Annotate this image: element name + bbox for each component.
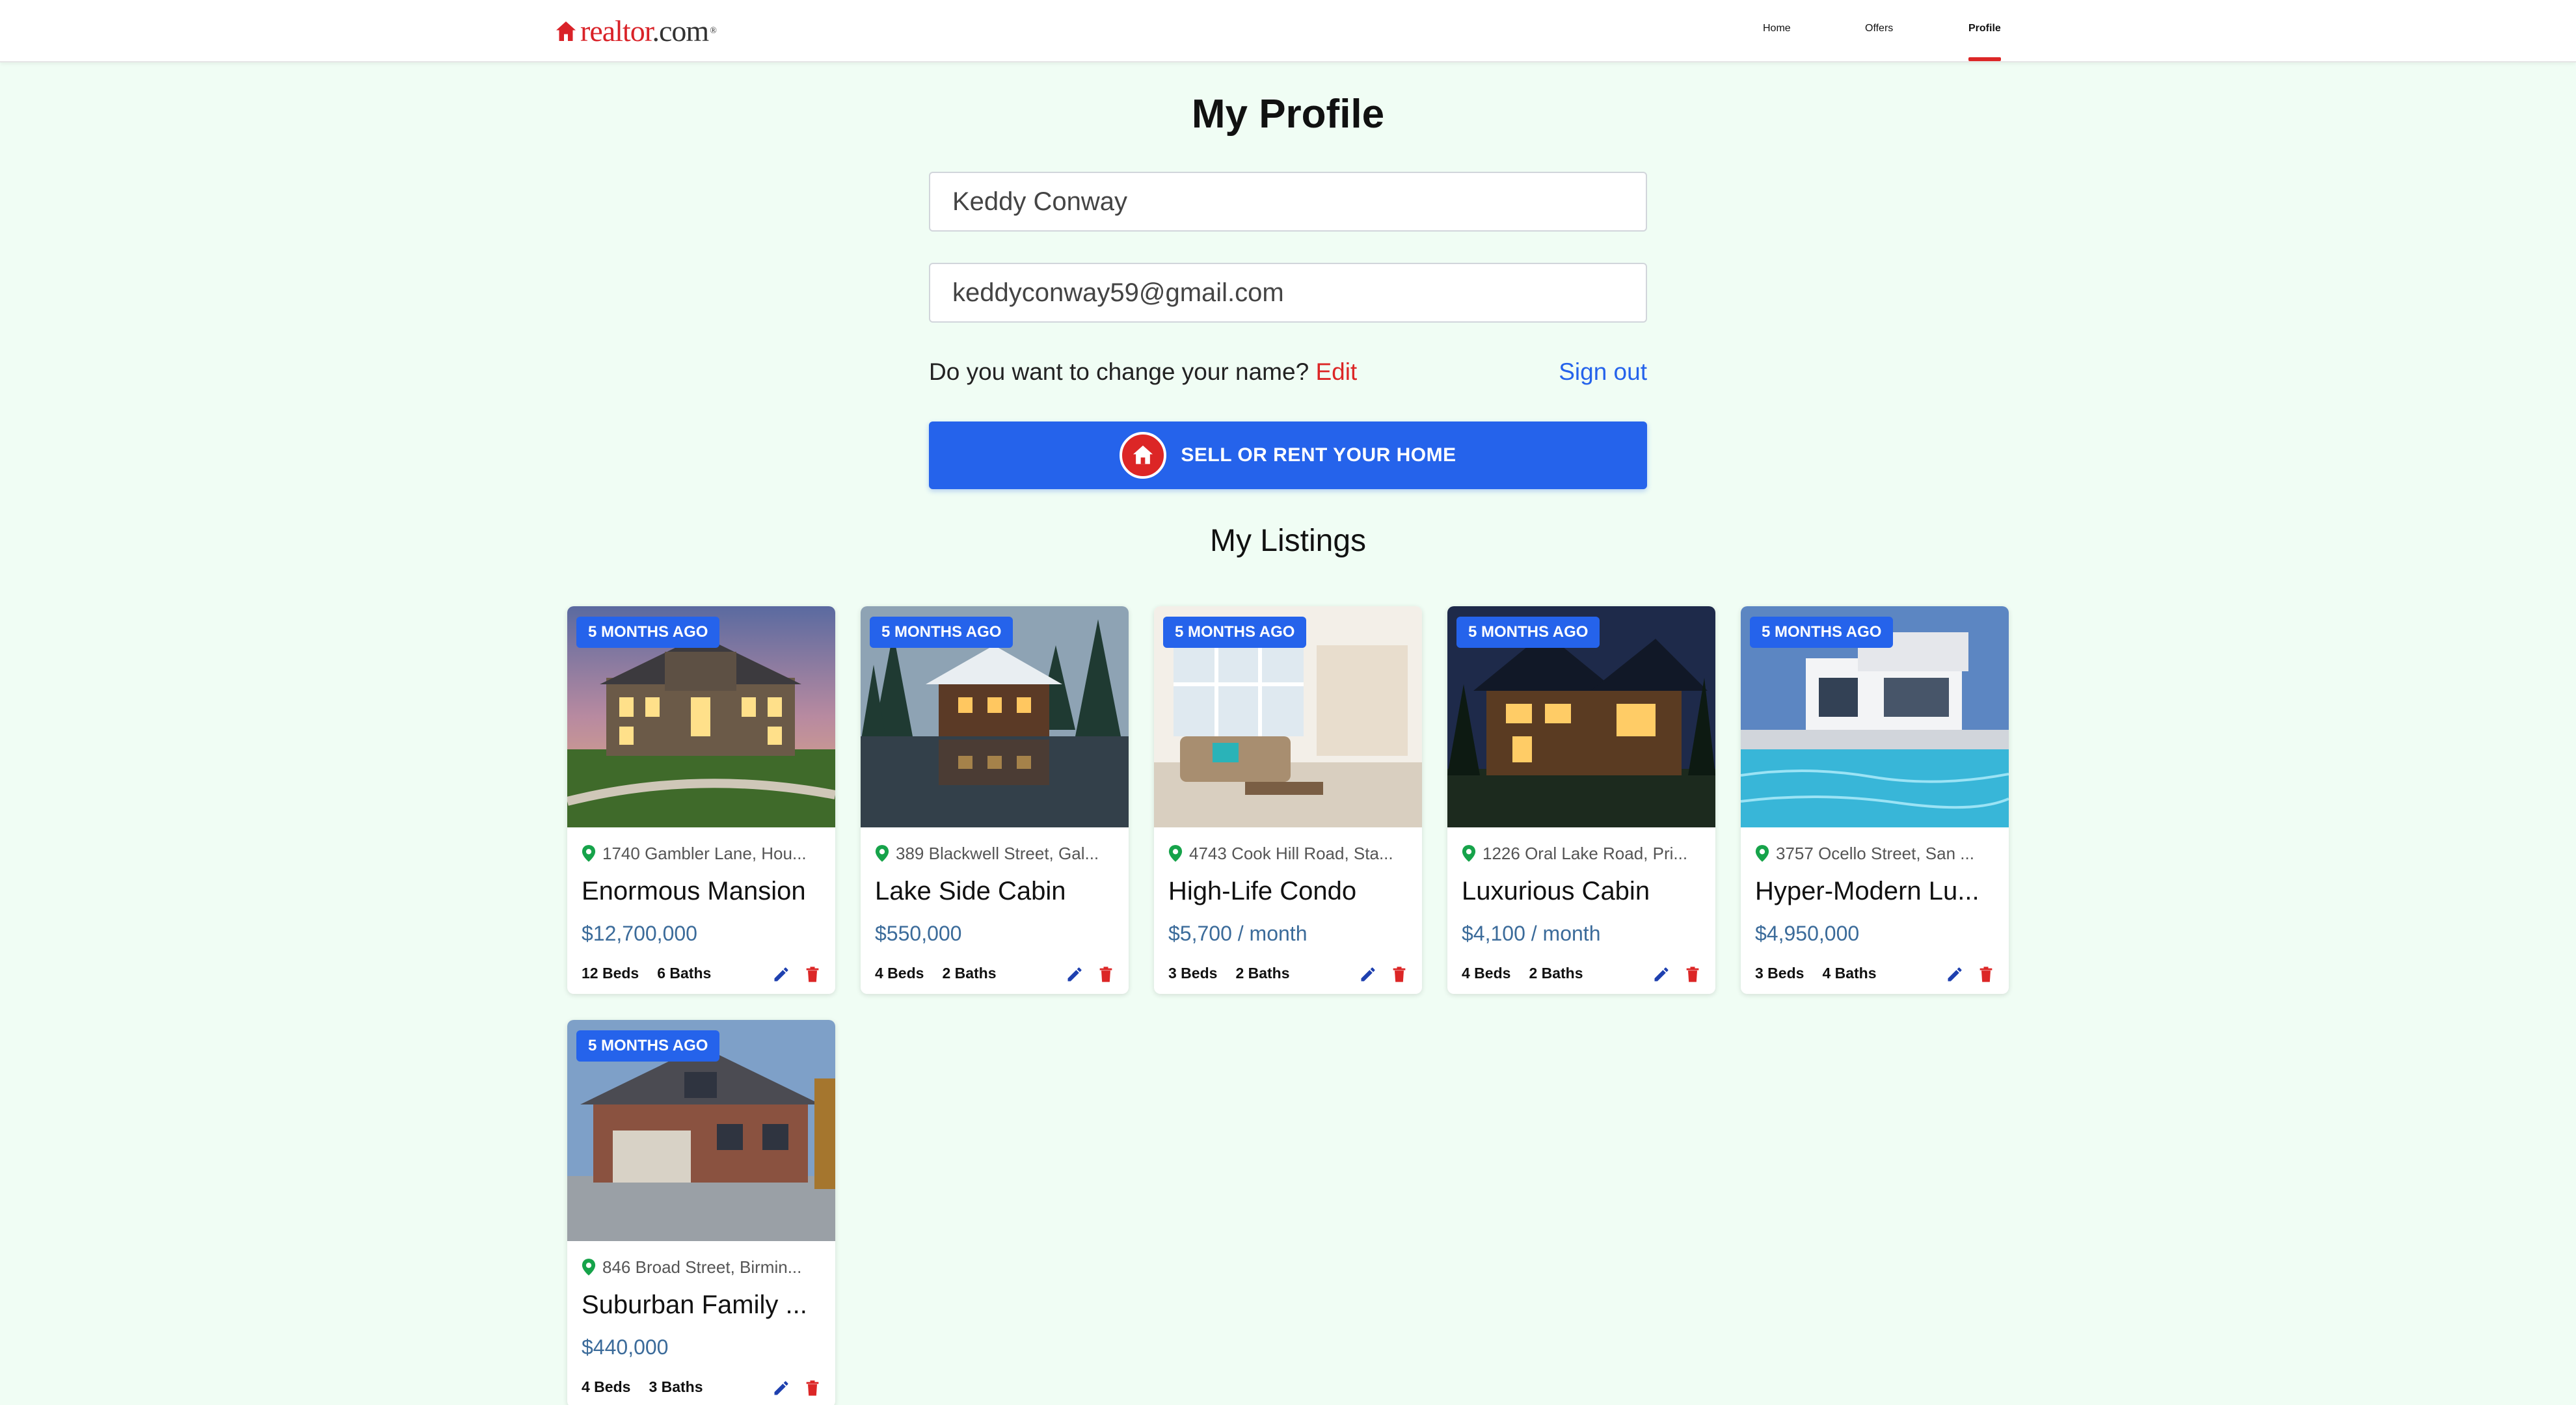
listing-age-badge: 5 MONTHS AGO — [576, 1030, 720, 1062]
listing-title[interactable]: Luxurious Cabin — [1462, 873, 1706, 909]
listing-card[interactable]: 5 MONTHS AGO 4743 Cook Hill Road, Sta...… — [1154, 606, 1422, 994]
logo-word-com: .com — [652, 14, 710, 47]
change-name-question: Do you want to change your name? — [929, 358, 1309, 385]
listing-address-text: 1226 Oral Lake Road, Pri... — [1483, 844, 1688, 863]
listing-title[interactable]: High-Life Condo — [1168, 873, 1413, 909]
listing-address: 3757 Ocello Street, San ... — [1755, 842, 1996, 865]
listing-price: $4,100 / month — [1462, 922, 1601, 945]
listing-address: 389 Blackwell Street, Gal... — [875, 842, 1116, 865]
listing-title[interactable]: Lake Side Cabin — [875, 873, 1120, 909]
sell-or-rent-button[interactable]: SELL OR RENT YOUR HOME — [929, 421, 1647, 489]
listing-baths: 2 Baths — [1235, 965, 1290, 982]
trash-icon[interactable] — [803, 1378, 822, 1398]
listing-price: $4,950,000 — [1755, 922, 1860, 945]
listing-beds: 4 Beds — [1462, 965, 1511, 982]
listing-address: 846 Broad Street, Birmin... — [582, 1255, 822, 1279]
pencil-icon[interactable] — [771, 1378, 791, 1398]
listing-price: $550,000 — [875, 922, 962, 945]
listing-actions — [1945, 961, 1996, 987]
logo-word-realtor: realtor — [580, 14, 652, 47]
trash-icon[interactable] — [1683, 965, 1702, 984]
location-pin-icon — [1462, 845, 1476, 862]
house-icon — [1120, 432, 1167, 479]
listing-beds: 3 Beds — [1168, 965, 1218, 982]
listing-beds: 3 Beds — [1755, 965, 1805, 982]
listing-title[interactable]: Suburban Family ... — [582, 1287, 826, 1323]
listing-age-badge: 5 MONTHS AGO — [870, 617, 1013, 648]
listing-baths: 2 Baths — [942, 965, 997, 982]
listing-address: 1226 Oral Lake Road, Pri... — [1462, 842, 1702, 865]
location-pin-icon — [582, 845, 596, 862]
trash-icon[interactable] — [803, 965, 822, 984]
top-navbar: realtor.com ® Home Offers Profile — [0, 0, 2576, 62]
listing-specs: 3 Beds 2 Baths — [1168, 961, 1290, 985]
listing-baths: 2 Baths — [1529, 965, 1583, 982]
listing-beds: 4 Beds — [875, 965, 924, 982]
change-name-row: Do you want to change your name? Edit Si… — [929, 355, 1647, 389]
trash-icon[interactable] — [1096, 965, 1116, 984]
listing-price: $5,700 / month — [1168, 922, 1308, 945]
email-field[interactable] — [929, 263, 1647, 323]
pencil-icon[interactable] — [771, 965, 791, 984]
sign-out-link[interactable]: Sign out — [1559, 355, 1647, 389]
listing-title[interactable]: Enormous Mansion — [582, 873, 826, 909]
listing-beds: 12 Beds — [582, 965, 639, 982]
listing-price: $12,700,000 — [582, 922, 697, 945]
listing-specs: 3 Beds 4 Baths — [1755, 961, 1877, 985]
listing-age-badge: 5 MONTHS AGO — [1456, 617, 1600, 648]
listing-actions — [1652, 961, 1702, 987]
listing-address: 4743 Cook Hill Road, Sta... — [1168, 842, 1409, 865]
listing-beds: 4 Beds — [582, 1378, 631, 1395]
listings-title: My Listings — [1209, 524, 1367, 558]
sell-button-label: SELL OR RENT YOUR HOME — [1181, 444, 1456, 466]
trash-icon[interactable] — [1389, 965, 1409, 984]
listing-card[interactable]: 5 MONTHS AGO 1226 Oral Lake Road, Pri...… — [1447, 606, 1715, 994]
listing-card[interactable]: 5 MONTHS AGO 846 Broad Street, Birmin...… — [567, 1020, 835, 1405]
listing-actions — [771, 961, 822, 987]
listing-age-badge: 5 MONTHS AGO — [1750, 617, 1894, 648]
listing-specs: 4 Beds 2 Baths — [875, 961, 997, 985]
listing-title[interactable]: Hyper-Modern Lu... — [1755, 873, 2000, 909]
nav-profile[interactable]: Profile — [1968, 0, 2001, 62]
location-pin-icon — [875, 845, 889, 862]
logo-house-icon — [556, 21, 576, 41]
listing-specs: 4 Beds 3 Baths — [582, 1375, 703, 1398]
listing-actions — [1065, 961, 1116, 987]
listing-specs: 12 Beds 6 Baths — [582, 961, 711, 985]
pencil-icon[interactable] — [1945, 965, 1965, 984]
listing-address-text: 846 Broad Street, Birmin... — [602, 1257, 802, 1277]
listing-address-text: 389 Blackwell Street, Gal... — [896, 844, 1099, 863]
name-field[interactable] — [929, 172, 1647, 232]
listing-address-text: 3757 Ocello Street, San ... — [1776, 844, 1974, 863]
listing-actions — [1358, 961, 1409, 987]
location-pin-icon — [582, 1259, 596, 1276]
pencil-icon[interactable] — [1065, 965, 1084, 984]
nav-offers[interactable]: Offers — [1865, 0, 1893, 62]
listing-age-badge: 5 MONTHS AGO — [576, 617, 720, 648]
listing-card[interactable]: 5 MONTHS AGO 1740 Gambler Lane, Hou... E… — [567, 606, 835, 994]
pencil-icon[interactable] — [1652, 965, 1671, 984]
listing-address-text: 1740 Gambler Lane, Hou... — [602, 844, 807, 863]
pencil-icon[interactable] — [1358, 965, 1378, 984]
listing-baths: 4 Baths — [1822, 965, 1877, 982]
listing-card[interactable]: 5 MONTHS AGO 389 Blackwell Street, Gal..… — [861, 606, 1129, 994]
listing-age-badge: 5 MONTHS AGO — [1163, 617, 1307, 648]
listing-card[interactable]: 5 MONTHS AGO 3757 Ocello Street, San ...… — [1741, 606, 2009, 994]
listing-price: $440,000 — [582, 1335, 669, 1359]
page-title: My Profile — [1191, 92, 1385, 137]
listing-address-text: 4743 Cook Hill Road, Sta... — [1189, 844, 1393, 863]
listing-baths: 6 Baths — [657, 965, 712, 982]
trash-icon[interactable] — [1976, 965, 1996, 984]
listing-actions — [771, 1375, 822, 1401]
location-pin-icon — [1755, 845, 1769, 862]
location-pin-icon — [1168, 845, 1183, 862]
listing-specs: 4 Beds 2 Baths — [1462, 961, 1583, 985]
nav-home[interactable]: Home — [1763, 0, 1791, 62]
realtor-logo[interactable]: realtor.com ® — [554, 14, 717, 48]
listing-baths: 3 Baths — [649, 1378, 703, 1395]
edit-name-link[interactable]: Edit — [1315, 358, 1357, 385]
listing-address: 1740 Gambler Lane, Hou... — [582, 842, 822, 865]
